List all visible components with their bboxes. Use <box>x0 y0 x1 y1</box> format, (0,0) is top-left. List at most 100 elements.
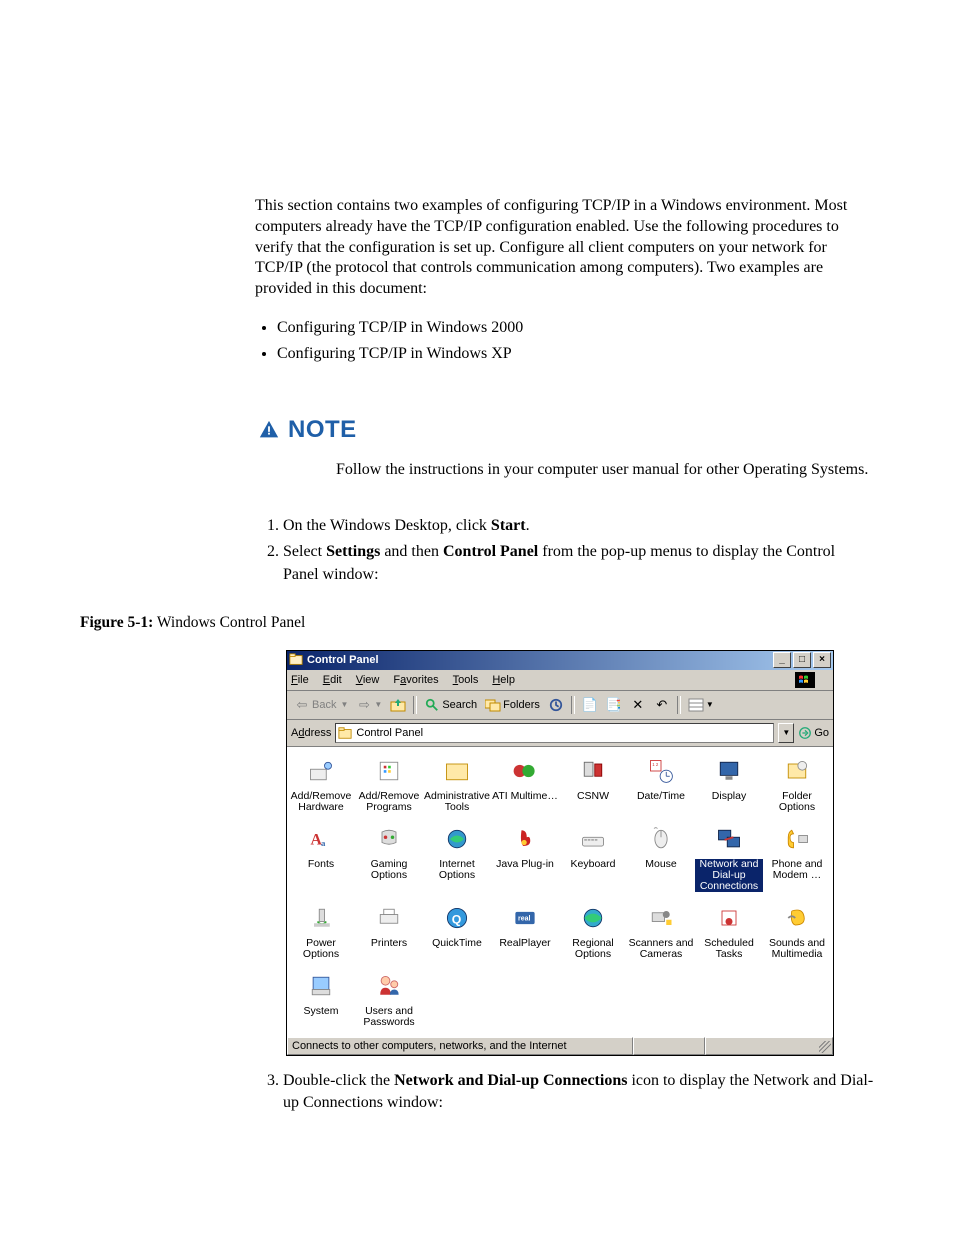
cp-item-ati-multime[interactable]: ATI Multime… <box>491 751 559 819</box>
toolbar-delete[interactable]: ✕ <box>627 696 649 714</box>
cp-item-label: System <box>303 1006 338 1017</box>
cp-item-users-and-passwords[interactable]: Users and Passwords <box>355 966 423 1034</box>
note-block: NOTE Follow the instructions in your com… <box>258 416 874 481</box>
cp-item-sounds-and-multimedia[interactable]: Sounds and Multimedia <box>763 898 831 966</box>
cp-item-label: CSNW <box>577 791 609 802</box>
cp-item-icon <box>713 902 745 934</box>
cp-item-fonts[interactable]: AaFonts <box>287 819 355 898</box>
resize-handle[interactable] <box>819 1041 831 1053</box>
cp-item-phone-and-modem[interactable]: Phone and Modem … <box>763 819 831 898</box>
views-icon <box>688 697 704 713</box>
toolbar-forward[interactable]: ⇨▼ <box>353 696 385 714</box>
menu-tools[interactable]: Tools <box>453 674 479 686</box>
cp-item-icon <box>509 823 541 855</box>
cp-item-label: Network and Dial-up Connections <box>695 859 763 892</box>
cp-item-java-plug-in[interactable]: Java Plug-in <box>491 819 559 898</box>
note-heading: NOTE <box>258 416 874 444</box>
svg-text:a: a <box>321 838 326 848</box>
cp-item-label: Users and Passwords <box>355 1006 423 1028</box>
steps-list: On the Windows Desktop, click Start. Sel… <box>255 515 874 586</box>
step-2: Select Settings and then Control Panel f… <box>283 541 874 586</box>
back-arrow-icon: ⇦ <box>294 697 310 713</box>
menu-file[interactable]: File <box>291 674 309 686</box>
cp-item-label: Folder Options <box>763 791 831 813</box>
toolbar-views[interactable]: ▼ <box>685 696 717 714</box>
cp-item-icon <box>373 755 405 787</box>
history-icon <box>548 697 564 713</box>
cp-item-printers[interactable]: Printers <box>355 898 423 966</box>
cp-item-display[interactable]: Display <box>695 751 763 819</box>
cp-item-scheduled-tasks[interactable]: Scheduled Tasks <box>695 898 763 966</box>
control-panel-window: Control Panel _ □ × File Edit View Favor… <box>286 650 834 1056</box>
cp-item-icon <box>441 755 473 787</box>
cp-item-add-remove-hardware[interactable]: Add/Remove Hardware <box>287 751 355 819</box>
status-bar: Connects to other computers, networks, a… <box>287 1036 833 1055</box>
cp-item-system[interactable]: System <box>287 966 355 1034</box>
cp-item-folder-options[interactable]: Folder Options <box>763 751 831 819</box>
maximize-button[interactable]: □ <box>793 652 811 668</box>
toolbar: ⇦Back▼ ⇨▼ Search Folders 📄 📑 ✕ ↶ ▼ <box>287 691 833 720</box>
menu-favorites[interactable]: Favorites <box>393 674 438 686</box>
toolbar-moveto[interactable]: 📄 <box>579 696 601 714</box>
cp-item-icon <box>373 902 405 934</box>
cp-item-network-and-dial-up-connections[interactable]: Network and Dial-up Connections <box>695 819 763 898</box>
toolbar-back[interactable]: ⇦Back▼ <box>291 696 351 714</box>
address-value: Control Panel <box>356 727 423 739</box>
cp-item-realplayer[interactable]: realRealPlayer <box>491 898 559 966</box>
status-text: Connects to other computers, networks, a… <box>287 1037 633 1055</box>
cp-item-label: Gaming Options <box>355 859 423 881</box>
cp-item-icon <box>713 823 745 855</box>
cp-item-icon <box>577 902 609 934</box>
cp-item-label: Scheduled Tasks <box>695 938 763 960</box>
window-icon <box>289 653 303 667</box>
menu-view[interactable]: View <box>356 674 380 686</box>
cp-item-administrative-tools[interactable]: Administrative Tools <box>423 751 491 819</box>
step-3: Double-click the Network and Dial-up Con… <box>283 1070 874 1115</box>
cp-item-scanners-and-cameras[interactable]: Scanners and Cameras <box>627 898 695 966</box>
cp-item-label: QuickTime <box>432 938 482 949</box>
cp-item-add-remove-programs[interactable]: Add/Remove Programs <box>355 751 423 819</box>
toolbar-copyto[interactable]: 📑 <box>603 696 625 714</box>
cp-item-icon <box>645 823 677 855</box>
bullet-item: Configuring TCP/IP in Windows 2000 <box>277 316 874 340</box>
status-pane-2 <box>633 1037 705 1055</box>
cp-item-icon: 1 2 <box>645 755 677 787</box>
step-1: On the Windows Desktop, click Start. <box>283 515 874 537</box>
cp-item-label: Fonts <box>308 859 334 870</box>
window-titlebar[interactable]: Control Panel _ □ × <box>287 651 833 670</box>
close-button[interactable]: × <box>813 652 831 668</box>
cp-item-power-options[interactable]: Power Options <box>287 898 355 966</box>
cp-item-internet-options[interactable]: Internet Options <box>423 819 491 898</box>
menu-help[interactable]: Help <box>492 674 515 686</box>
cp-item-date-time[interactable]: 1 2 Date/Time <box>627 751 695 819</box>
svg-text:1 2: 1 2 <box>652 762 659 767</box>
minimize-button[interactable]: _ <box>773 652 791 668</box>
cp-item-icon <box>577 755 609 787</box>
go-button[interactable]: Go <box>798 726 829 740</box>
cp-item-icon <box>305 902 337 934</box>
cp-item-keyboard[interactable]: Keyboard <box>559 819 627 898</box>
bullet-item: Configuring TCP/IP in Windows XP <box>277 342 874 366</box>
toolbar-up[interactable] <box>387 696 409 714</box>
cp-item-quicktime[interactable]: QQuickTime <box>423 898 491 966</box>
cp-item-label: Keyboard <box>571 859 616 870</box>
toolbar-folders[interactable]: Folders <box>482 696 543 714</box>
menu-edit[interactable]: Edit <box>323 674 342 686</box>
address-dropdown[interactable]: ▼ <box>778 723 794 743</box>
window-title: Control Panel <box>307 654 771 666</box>
cp-item-csnw[interactable]: CSNW <box>559 751 627 819</box>
cp-item-label: Display <box>712 791 746 802</box>
toolbar-history[interactable] <box>545 696 567 714</box>
address-field[interactable]: Control Panel <box>335 723 774 743</box>
toolbar-undo[interactable]: ↶ <box>651 696 673 714</box>
cp-item-label: Date/Time <box>637 791 685 802</box>
up-folder-icon <box>390 697 406 713</box>
cp-item-mouse[interactable]: Mouse <box>627 819 695 898</box>
cp-item-regional-options[interactable]: Regional Options <box>559 898 627 966</box>
cp-item-label: Mouse <box>645 859 677 870</box>
toolbar-search[interactable]: Search <box>421 696 480 714</box>
cp-item-label: Printers <box>371 938 407 949</box>
cp-item-label: Scanners and Cameras <box>627 938 695 960</box>
cp-item-gaming-options[interactable]: Gaming Options <box>355 819 423 898</box>
undo-icon: ↶ <box>654 697 670 713</box>
